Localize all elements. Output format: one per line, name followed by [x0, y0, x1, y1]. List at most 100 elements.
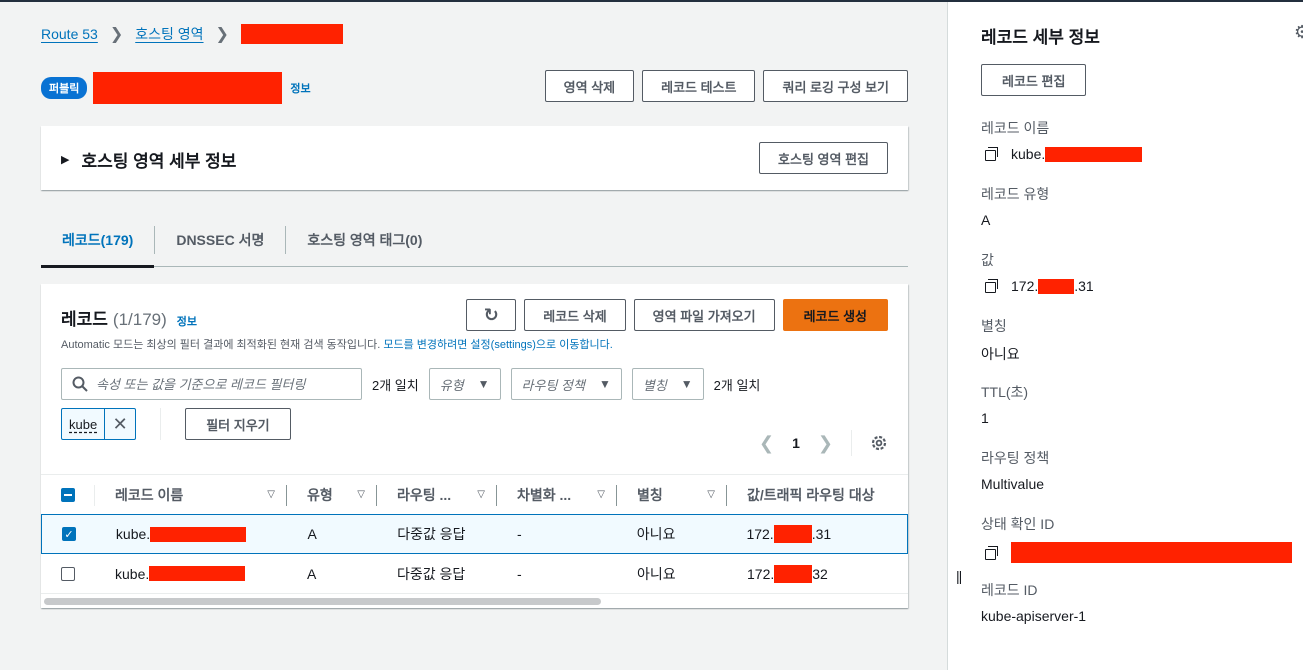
pagination: ❮ 1 ❯: [759, 430, 888, 456]
delete-zone-button[interactable]: 영역 삭제: [544, 70, 635, 102]
records-info-link[interactable]: 정보: [177, 313, 197, 329]
sort-icon: ▽: [477, 489, 485, 500]
filter-token-value[interactable]: kube: [62, 409, 106, 439]
copy-icon[interactable]: [985, 147, 999, 161]
row-checkbox[interactable]: ✓: [62, 527, 76, 541]
redacted: [774, 564, 813, 583]
resize-handle-icon[interactable]: ||: [956, 568, 962, 584]
tab-tags[interactable]: 호스팅 영역 태그(0): [286, 214, 443, 266]
query-logging-button[interactable]: 쿼리 로깅 구성 보기: [763, 70, 908, 102]
record-type: A: [307, 526, 317, 542]
hosted-zone-details-panel: ▶ 호스팅 영역 세부 정보 호스팅 영역 편집: [41, 126, 908, 190]
column-label: 유형: [307, 486, 333, 503]
records-title: 레코드: [61, 310, 108, 329]
zone-header: 퍼블릭 정보: [41, 72, 311, 104]
caret-down-icon: ▼: [598, 377, 611, 391]
breadcrumb-route53[interactable]: Route 53: [41, 26, 98, 42]
table-row[interactable]: ✓ kube. A 다중값 응답 - 아니요 172. .31: [41, 514, 908, 554]
sort-icon: ▽: [597, 489, 605, 500]
copy-icon[interactable]: [985, 279, 999, 293]
records-panel: 레코드 (1/179) 정보 Automatic 모드는 최상의 필터 결과에 …: [41, 284, 908, 608]
redacted: [1011, 542, 1292, 563]
details-expander[interactable]: ▶ 호스팅 영역 세부 정보: [61, 147, 236, 172]
filter-row: 2개 일치 유형 ▼ 라우팅 정책 ▼ 별칭 ▼ 2개 일치: [61, 368, 760, 400]
record-value-suffix: 32: [812, 565, 828, 582]
column-label: 레코드 이름: [115, 486, 184, 503]
table-row[interactable]: kube. A 다중값 응답 - 아니요 172. 32: [41, 554, 908, 594]
sort-icon: ▽: [357, 489, 365, 500]
type-select[interactable]: 유형 ▼: [428, 368, 501, 400]
routing-policy-select[interactable]: 라우팅 정책 ▼: [510, 368, 622, 400]
details-title: 호스팅 영역 세부 정보: [81, 152, 237, 171]
alias-select[interactable]: 별칭 ▼: [631, 368, 704, 400]
field-alias: 별칭 아니요: [981, 316, 1020, 364]
record-differentiator: -: [517, 565, 522, 582]
zone-name-redacted: [93, 72, 283, 104]
record-routing: 다중값 응답: [397, 565, 466, 582]
field-label: TTL(초): [981, 384, 1029, 400]
column-label: 차별화 ...: [517, 486, 572, 503]
column-header-routing[interactable]: 라우팅 ... ▽: [377, 475, 497, 514]
field-label: 별칭: [981, 318, 1007, 334]
column-header-differentiator[interactable]: 차별화 ... ▽: [497, 475, 617, 514]
column-header-type[interactable]: 유형 ▽: [287, 475, 377, 514]
create-record-button[interactable]: 레코드 생성: [782, 299, 888, 331]
column-header-alias[interactable]: 별칭 ▽: [617, 475, 727, 514]
field-ttl: TTL(초) 1: [981, 382, 1028, 426]
type-select-label: 유형: [439, 377, 464, 393]
record-value: 172.: [747, 565, 775, 582]
redacted: [773, 525, 812, 543]
tab-records[interactable]: 레코드(179): [41, 214, 155, 268]
divider: [851, 430, 852, 456]
settings-link[interactable]: 모드를 변경하려면 설정(settings)으로 이동합니다.: [383, 339, 613, 351]
match-count: 2개 일치: [372, 377, 419, 393]
delete-record-button[interactable]: 레코드 삭제: [524, 299, 626, 331]
copy-icon[interactable]: [985, 545, 999, 560]
gear-icon[interactable]: [870, 434, 888, 452]
search-icon: [72, 376, 88, 392]
zone-actions: 영역 삭제 레코드 테스트 쿼리 로깅 구성 보기: [544, 70, 908, 102]
record-value-suffix: .31: [811, 526, 832, 542]
breadcrumb: Route 53 ❯ 호스팅 영역 ❯: [41, 24, 343, 44]
gear-icon[interactable]: ⚙: [1294, 22, 1303, 43]
records-description: Automatic 모드는 최상의 필터 결과에 최적화된 현재 검색 동작입니…: [61, 336, 613, 352]
close-icon[interactable]: ✕: [105, 409, 135, 439]
sort-icon: ▽: [707, 489, 715, 500]
column-header-value[interactable]: 값/트래픽 라우팅 대상: [727, 475, 908, 514]
record-alias: 아니요: [637, 565, 676, 582]
column-label: 별칭: [637, 486, 663, 503]
alias-select-label: 별칭: [642, 377, 667, 393]
field-health-check-id: 상태 확인 ID: [981, 514, 1292, 563]
chevron-left-icon[interactable]: ❮: [759, 433, 774, 454]
field-value: 172.: [1011, 278, 1039, 294]
refresh-button[interactable]: ↻: [466, 299, 517, 331]
test-record-button[interactable]: 레코드 테스트: [642, 70, 756, 102]
caret-down-icon: ▼: [680, 377, 693, 391]
routing-select-label: 라우팅 정책: [521, 377, 585, 393]
records-count: (1/179): [112, 310, 167, 329]
column-header-name[interactable]: 레코드 이름 ▽: [95, 475, 287, 514]
import-zone-file-button[interactable]: 영역 파일 가져오기: [633, 299, 775, 331]
record-name: kube.: [115, 526, 151, 542]
refresh-icon: ↻: [483, 304, 499, 325]
tab-dnssec[interactable]: DNSSEC 서명: [155, 214, 285, 266]
clear-filters-button[interactable]: 필터 지우기: [185, 408, 291, 440]
records-actions: ↻ 레코드 삭제 영역 파일 가져오기 레코드 생성: [466, 299, 888, 331]
edit-record-button[interactable]: 레코드 편집: [981, 64, 1087, 96]
record-alias: 아니요: [636, 526, 676, 542]
filter-tokens: kube ✕ 필터 지우기: [61, 408, 291, 440]
chevron-right-icon: ❯: [215, 26, 229, 43]
chevron-right-icon[interactable]: ❯: [818, 433, 833, 454]
select-all-checkbox[interactable]: [61, 487, 75, 502]
zone-info-link[interactable]: 정보: [290, 80, 310, 96]
horizontal-scrollbar[interactable]: [44, 598, 601, 605]
page-number[interactable]: 1: [792, 435, 800, 451]
chevron-right-icon: ❯: [109, 26, 124, 43]
breadcrumb-hosted-zones[interactable]: 호스팅 영역: [135, 24, 203, 44]
field-record-name: 레코드 이름 kube.: [981, 118, 1143, 162]
row-checkbox[interactable]: [61, 566, 75, 581]
record-filter-input[interactable]: [96, 376, 356, 392]
edit-hosted-zone-button[interactable]: 호스팅 영역 편집: [759, 142, 888, 174]
records-table: 레코드 이름 ▽ 유형 ▽ 라우팅 ... ▽ 차별화 ... ▽ 별칭 ▽ 값/트래픽 …: [41, 474, 908, 594]
record-filter[interactable]: [61, 368, 362, 400]
